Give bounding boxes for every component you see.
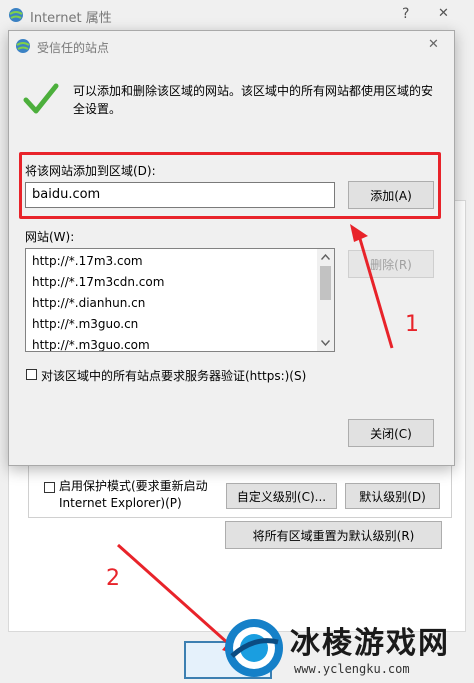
arrow-1-head (350, 224, 368, 242)
arrow-1-shaft (356, 231, 394, 349)
annotation-arrows (117, 224, 394, 656)
watermark: 冰棱游戏网 www.yclengku.com (222, 612, 474, 683)
annotation-number-1: 1 (405, 312, 419, 337)
watermark-brand: 冰棱游戏网 (290, 626, 450, 661)
annotation-number-2: 2 (106, 566, 120, 591)
arrow-2-shaft (117, 543, 231, 647)
watermark-url: www.yclengku.com (294, 662, 410, 676)
brand-logo-icon (225, 619, 283, 677)
